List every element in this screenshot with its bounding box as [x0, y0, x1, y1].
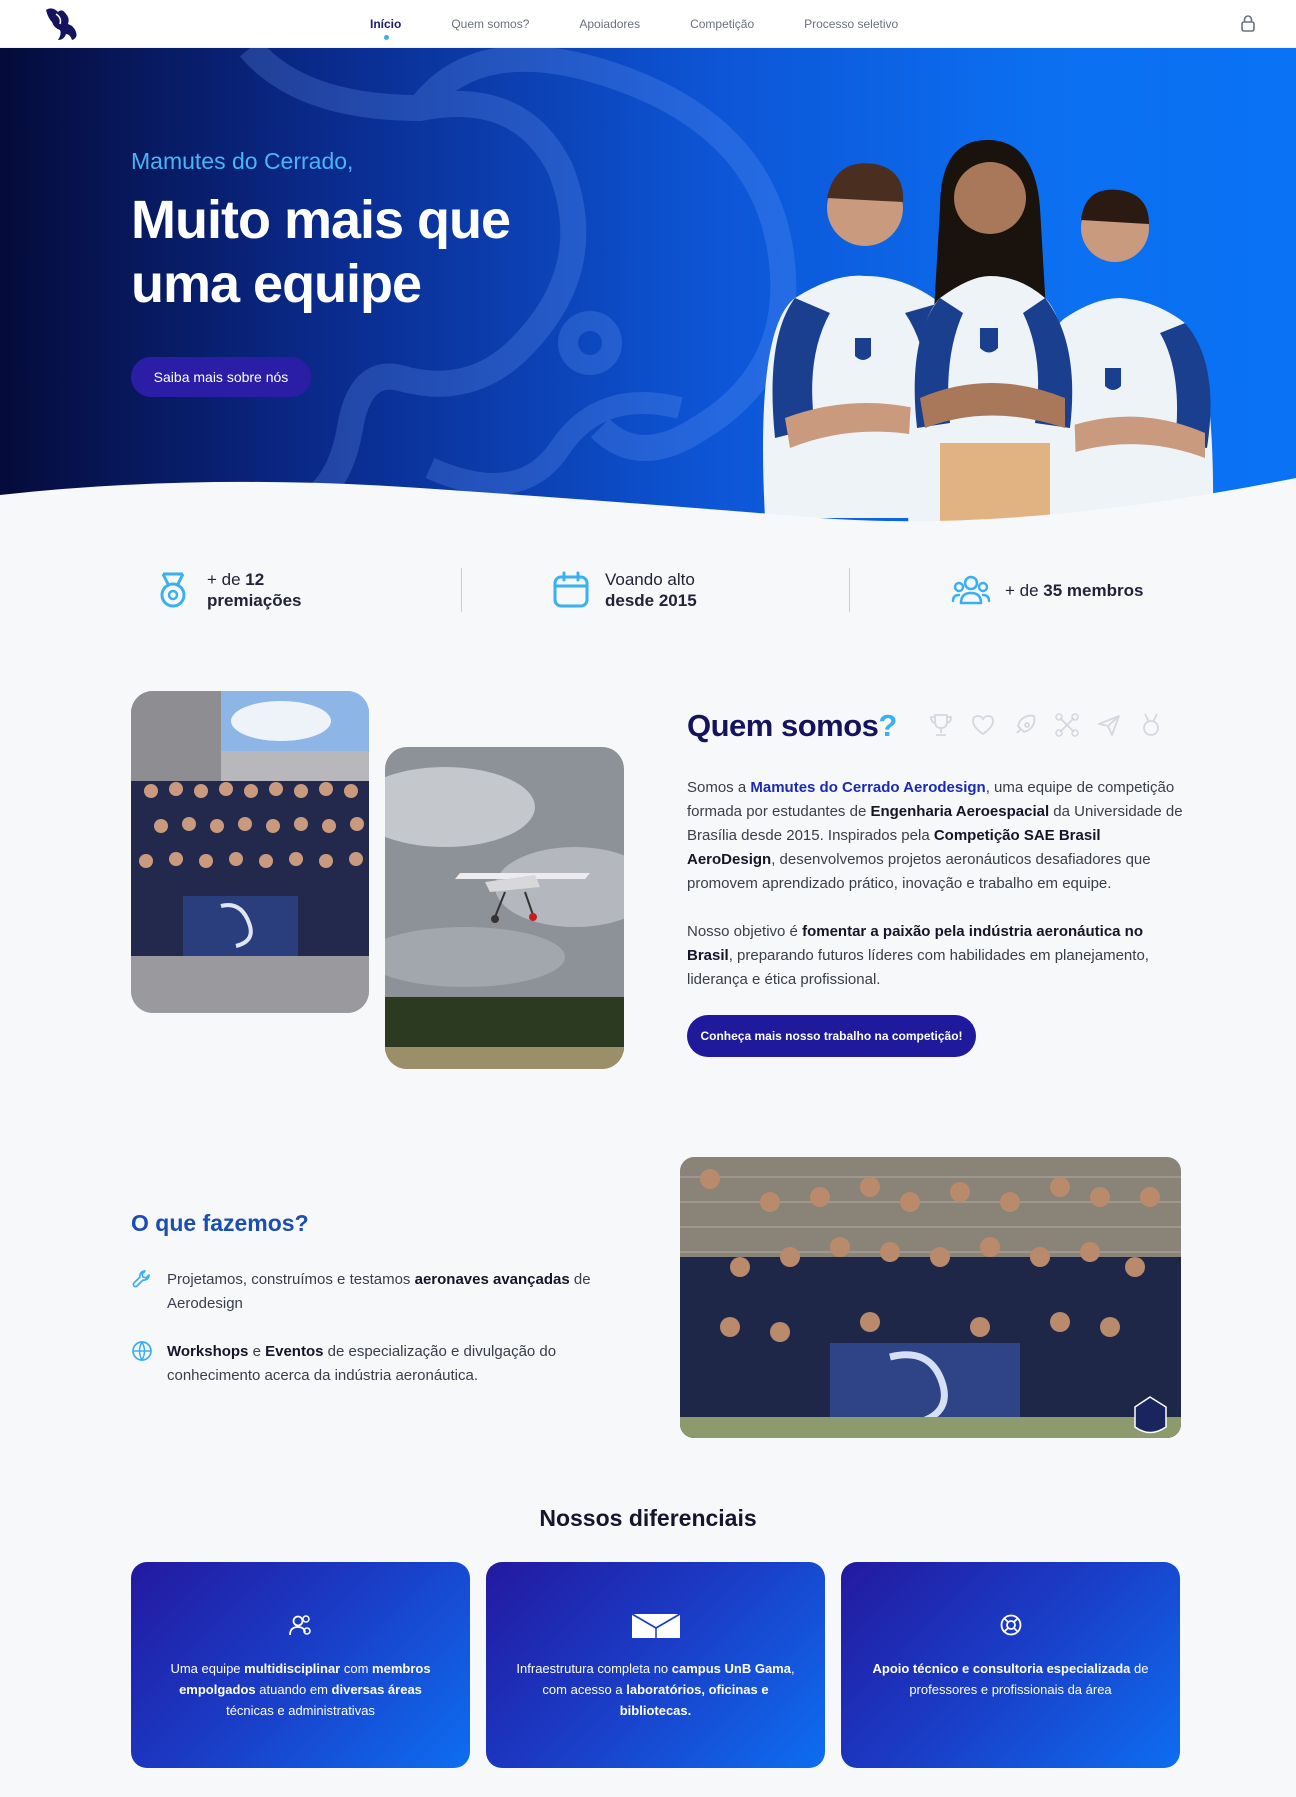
- nav-link-quem-somos[interactable]: Quem somos?: [451, 17, 529, 31]
- mammoth-logo[interactable]: [40, 4, 84, 44]
- envelope-book-icon: [631, 1613, 680, 1638]
- stat-members-prefix: + de: [1005, 580, 1044, 600]
- team-name-highlight: Mamutes do Cerrado Aerodesign: [750, 779, 986, 796]
- competition-work-button[interactable]: Conheça mais nosso trabalho na competiçã…: [687, 1015, 976, 1057]
- globe-icon: [132, 1341, 152, 1362]
- quem-somos-paragraph-1: Somos a Mamutes do Cerrado Aerodesign, u…: [687, 779, 1183, 892]
- what-we-do-item-aircraft: Projetamos, construímos e testamos aeron…: [131, 1268, 631, 1316]
- team-icon: [288, 1615, 311, 1636]
- team-banner-photo: [680, 1157, 1181, 1438]
- quem-somos-paragraph-2: Nosso objetivo é fomentar a paixão pela …: [687, 923, 1149, 988]
- send-icon: [1098, 715, 1120, 736]
- heart-icon: [972, 715, 994, 736]
- stat-members-count: 35 membros: [1043, 580, 1144, 600]
- stat-awards-label: premiações: [207, 591, 302, 610]
- medal-icon: [160, 572, 186, 608]
- calendar-icon: [553, 571, 589, 608]
- feature-card-infrastructure: Infraestrutura completa no campus UnB Ga…: [486, 1562, 825, 1768]
- top-navbar: Início Quem somos? Apoiadores Competição…: [0, 0, 1296, 48]
- learn-more-button[interactable]: Saiba mais sobre nós: [131, 357, 311, 397]
- stat-awards: + de 12 premiações: [153, 560, 302, 620]
- nav-link-inicio[interactable]: Início: [370, 17, 401, 40]
- aircraft-flight-photo: [385, 747, 624, 1069]
- users-icon: [951, 575, 991, 605]
- wrench-icon: [132, 1270, 150, 1288]
- quem-somos-title-mark: ?: [878, 708, 897, 743]
- drone-icon: [1055, 713, 1079, 737]
- feature-card-support-text: Apoio técnico e consultoria especializad…: [872, 1661, 1149, 1697]
- stat-since-year: desde 2015: [605, 591, 697, 610]
- nav-links: Início Quem somos? Apoiadores Competição…: [370, 0, 898, 48]
- feature-card-infrastructure-text: Infraestrutura completa no campus UnB Ga…: [516, 1661, 795, 1718]
- stat-members: + de 35 membros: [951, 560, 1143, 620]
- stat-divider: [461, 568, 462, 612]
- medal-icon: [1143, 713, 1159, 736]
- stat-divider: [849, 568, 850, 612]
- stats-bar: + de 12 premiações Voando alto desde 2015 …: [131, 560, 1181, 620]
- nav-link-competicao[interactable]: Competição: [690, 17, 754, 31]
- feature-card-team: Uma equipe multidisciplinar com membros …: [131, 1562, 470, 1768]
- quem-somos-title-text: Quem somos: [687, 708, 879, 743]
- section-title-o-que-fazemos: O que fazemos?: [131, 1210, 309, 1236]
- hero-title: Muito mais que uma equipe: [131, 190, 511, 314]
- section-title-diferenciais: Nossos diferenciais: [539, 1505, 757, 1531]
- lifebuoy-icon: [1000, 1614, 1021, 1636]
- hero-banner: Mamutes do Cerrado, Muito mais que uma e…: [0, 48, 1296, 548]
- stat-since: Voando alto desde 2015: [551, 560, 697, 620]
- team-group-photo: [131, 691, 369, 1013]
- rocket-icon: [1016, 714, 1036, 734]
- nav-link-processo-seletivo[interactable]: Processo seletivo: [804, 17, 898, 31]
- hero-eyebrow: Mamutes do Cerrado,: [131, 148, 354, 174]
- stat-awards-count: 12: [245, 570, 265, 589]
- decor-icons-row: [928, 712, 1164, 742]
- section-title-quem-somos: Quem somos?: [687, 708, 897, 744]
- feature-card-team-text: Uma equipe multidisciplinar com membros …: [170, 1661, 431, 1718]
- nav-link-apoiadores[interactable]: Apoiadores: [579, 17, 640, 31]
- lock-icon[interactable]: [1240, 14, 1256, 32]
- feature-card-support: Apoio técnico e consultoria especializad…: [841, 1562, 1180, 1768]
- stat-awards-prefix: + de: [207, 570, 246, 589]
- what-we-do-item-workshops: Workshops e Eventos de especialização e …: [131, 1340, 631, 1388]
- trophy-icon: [930, 714, 952, 736]
- stat-since-prefix: Voando alto: [605, 570, 695, 589]
